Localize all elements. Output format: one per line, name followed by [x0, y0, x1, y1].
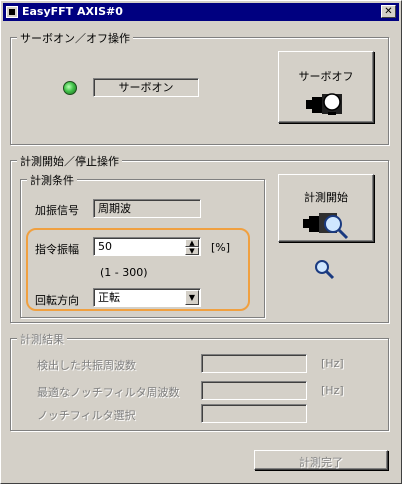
- notch-frequency-field: [201, 381, 307, 400]
- results-group: 計測結果 検出した共振周波数 [Hz] 最適なノッチフィルタ周波数 [Hz] ノ…: [10, 331, 389, 431]
- notch-select-field: [201, 404, 307, 423]
- excitation-field: 周期波: [93, 199, 201, 218]
- measure-complete-label: 計測完了: [299, 456, 343, 469]
- resonance-label: 検出した共振周波数: [37, 359, 136, 372]
- measure-complete-button[interactable]: 計測完了: [254, 450, 388, 470]
- servo-status-led: [63, 81, 77, 95]
- resonance-unit: [Hz]: [321, 357, 344, 370]
- start-measure-button[interactable]: 計測開始: [278, 174, 374, 242]
- spin-down-icon[interactable]: ▼: [185, 247, 199, 255]
- amplitude-value: 50: [98, 240, 112, 253]
- magnifier-icon: [315, 260, 335, 280]
- close-button[interactable]: ✕: [381, 5, 396, 18]
- excitation-value: 周期波: [98, 202, 131, 215]
- notch-frequency-label: 最適なノッチフィルタ周波数: [37, 386, 180, 399]
- measure-group: 計測開始／停止操作 計測条件 加振信号 周期波 指令振幅 50 ▲ ▼ [%] …: [10, 153, 389, 323]
- resonance-field: [201, 354, 307, 373]
- servo-off-button[interactable]: サーボオフ: [278, 51, 374, 123]
- start-measure-label: 計測開始: [304, 191, 348, 204]
- close-icon: ✕: [384, 6, 393, 17]
- servo-group-label: サーボオン／オフ操作: [17, 30, 133, 46]
- motor-magnifier-icon: [303, 213, 349, 240]
- title-bar[interactable]: EasyFFT AXIS#0 ✕: [3, 3, 399, 21]
- motor-power-icon: [306, 93, 342, 115]
- dropdown-arrow-icon[interactable]: ▼: [185, 290, 199, 305]
- amplitude-input[interactable]: 50 ▲ ▼: [93, 237, 201, 256]
- notch-select-label: ノッチフィルタ選択: [37, 409, 136, 422]
- window-icon: [6, 6, 18, 18]
- amplitude-unit: [%]: [211, 241, 231, 254]
- servo-status-text: サーボオン: [118, 81, 174, 94]
- servo-status-field: サーボオン: [93, 78, 199, 97]
- direction-select[interactable]: 正転 ▼: [93, 288, 201, 307]
- direction-value: 正転: [98, 291, 120, 304]
- servo-group: サーボオン／オフ操作 サーボオン サーボオフ: [10, 30, 389, 145]
- conditions-group-label: 計測条件: [27, 172, 77, 188]
- conditions-group: 計測条件 加振信号 周期波 指令振幅 50 ▲ ▼ [%] (1 - 300) …: [20, 172, 265, 318]
- direction-label: 回転方向: [35, 294, 79, 307]
- excitation-label: 加振信号: [35, 204, 79, 217]
- amplitude-range: (1 - 300): [100, 266, 148, 279]
- easyfft-window: EasyFFT AXIS#0 ✕ サーボオン／オフ操作 サーボオン サーボオフ …: [0, 0, 402, 484]
- amplitude-label: 指令振幅: [35, 243, 79, 256]
- servo-off-label: サーボオフ: [298, 70, 354, 83]
- notch-frequency-unit: [Hz]: [321, 384, 344, 397]
- spin-up-icon[interactable]: ▲: [185, 239, 199, 247]
- window-title: EasyFFT AXIS#0: [22, 5, 123, 18]
- measure-group-label: 計測開始／停止操作: [17, 153, 122, 169]
- results-group-label: 計測結果: [17, 331, 67, 347]
